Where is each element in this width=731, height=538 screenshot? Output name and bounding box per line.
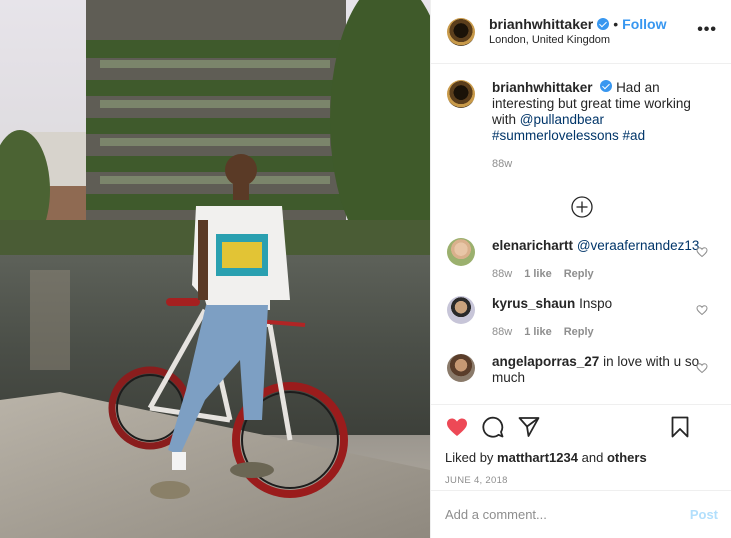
likes-summary[interactable]: Liked by matthart1234 and others	[445, 449, 716, 467]
author-info: brianhwhittaker • Follow London, United …	[489, 15, 666, 48]
comments-section[interactable]: brianhwhittaker Had an interesting but g…	[431, 64, 731, 404]
post-actions: Liked by matthart1234 and others JUNE 4,…	[431, 404, 731, 486]
caption-age[interactable]: 88w	[492, 156, 512, 172]
comment-item: angelaporras_27 in love with u so much	[447, 354, 716, 386]
comment-username[interactable]: angelaporras_27	[492, 354, 599, 369]
comment-input[interactable]	[445, 507, 690, 522]
comment-likes[interactable]: 1 like	[524, 266, 552, 282]
more-options-icon[interactable]: •••	[697, 22, 717, 38]
comment-username[interactable]: kyrus_shaun	[492, 296, 575, 311]
post-header: brianhwhittaker • Follow London, United …	[431, 0, 731, 64]
post-detail-panel: brianhwhittaker • Follow London, United …	[430, 0, 731, 538]
load-more-comments-icon[interactable]	[570, 196, 593, 218]
caption-username[interactable]: brianhwhittaker	[492, 80, 593, 95]
liked-by-others[interactable]: others	[607, 450, 647, 465]
comment-avatar[interactable]	[447, 354, 475, 382]
comment-age[interactable]: 88w	[492, 324, 512, 340]
post-image	[0, 0, 430, 538]
comment-reply-button[interactable]: Reply	[564, 324, 594, 340]
verified-badge-icon	[600, 80, 613, 92]
comment-username[interactable]: elenarichartt	[492, 238, 573, 253]
separator-dot: •	[613, 16, 619, 32]
post-location[interactable]: London, United Kingdom	[489, 33, 666, 48]
add-comment-bar: Post	[431, 490, 731, 538]
verified-badge-icon	[597, 18, 610, 30]
comment-avatar[interactable]	[447, 296, 475, 324]
comment-item: kyrus_shaun Inspo 88w 1 like Reply	[447, 296, 716, 340]
share-icon[interactable]	[517, 415, 541, 439]
liked-by-joiner: and	[581, 450, 604, 465]
caption-hashtags[interactable]: #summerlovelessons #ad	[492, 128, 645, 143]
load-more-comments[interactable]	[447, 196, 716, 218]
bookmark-icon[interactable]	[668, 415, 692, 439]
caption: brianhwhittaker Had an interesting but g…	[447, 80, 716, 172]
post-date[interactable]: JUNE 4, 2018	[445, 475, 716, 486]
comment-likes[interactable]: 1 like	[524, 324, 552, 340]
caption-mention[interactable]: @pullandbear	[520, 112, 604, 127]
liked-by-prefix: Liked by	[445, 450, 494, 465]
comment-heart-icon[interactable]	[696, 304, 708, 316]
author-username[interactable]: brianhwhittaker	[489, 15, 593, 33]
liked-by-user[interactable]: matthart1234	[497, 450, 578, 465]
comment-avatar[interactable]	[447, 238, 475, 266]
comment-item: elenarichartt @veraafernandez13 88w 1 li…	[447, 238, 716, 282]
caption-avatar[interactable]	[447, 80, 475, 108]
comment-age[interactable]: 88w	[492, 266, 512, 282]
post-comment-button[interactable]: Post	[690, 507, 718, 522]
heart-icon[interactable]	[445, 415, 469, 439]
follow-button[interactable]: Follow	[622, 15, 666, 33]
comment-icon[interactable]	[481, 415, 505, 439]
comment-reply-button[interactable]: Reply	[564, 266, 594, 282]
post-photo[interactable]	[0, 0, 430, 538]
comment-text: Inspo	[579, 296, 613, 311]
comment-heart-icon[interactable]	[696, 246, 708, 258]
author-avatar[interactable]	[447, 17, 475, 46]
comment-text[interactable]: @veraafernandez13	[577, 238, 700, 253]
comment-heart-icon[interactable]	[696, 362, 708, 374]
